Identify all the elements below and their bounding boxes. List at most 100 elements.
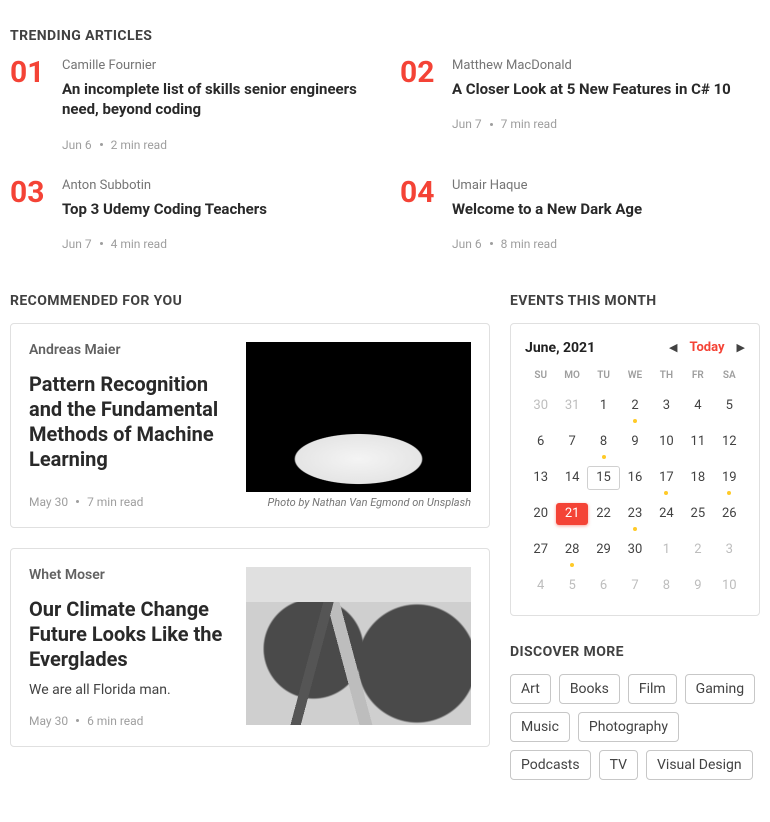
calendar-day-cell[interactable]: 23 (619, 503, 650, 525)
calendar-day-cell[interactable]: 22 (588, 503, 619, 525)
calendar-day-cell[interactable]: 5 (556, 575, 587, 597)
recommended-card[interactable]: Andreas Maier Pattern Recognition and th… (10, 323, 490, 528)
section-title-trending: TRENDING ARTICLES (10, 28, 760, 44)
calendar-day-cell[interactable]: 7 (556, 431, 587, 453)
section-title-events: EVENTS THIS MONTH (510, 293, 760, 309)
article-title-link[interactable]: Top 3 Udemy Coding Teachers (62, 199, 362, 219)
discover-tag[interactable]: Music (510, 712, 570, 742)
prev-month-button[interactable]: ◀ (669, 341, 677, 354)
article-title-link[interactable]: An incomplete list of skills senior engi… (62, 79, 362, 120)
separator-dot (76, 719, 79, 722)
author-link[interactable]: Anton Subbotin (62, 178, 370, 193)
calendar-day-cell[interactable]: 9 (682, 575, 713, 597)
section-title-recommended: RECOMMENDED FOR YOU (10, 293, 490, 309)
separator-dot (490, 242, 493, 245)
calendar-day-cell[interactable]: 6 (525, 431, 556, 453)
calendar-dow-label: SA (714, 370, 745, 381)
date-label: Jun 7 (62, 237, 92, 251)
read-time-label: 7 min read (501, 117, 557, 131)
trending-item: 04 Umair Haque Welcome to a New Dark Age… (400, 178, 760, 251)
article-image[interactable] (246, 342, 471, 492)
calendar-day-cell[interactable]: 4 (682, 395, 713, 417)
date-label: May 30 (29, 495, 68, 509)
calendar-day-cell[interactable]: 21 (556, 503, 587, 525)
discover-tag[interactable]: Art (510, 674, 551, 704)
calendar-widget: June, 2021 ◀ Today ▶ SUMOTUWETHFRSA30311… (510, 323, 760, 616)
date-label: May 30 (29, 714, 68, 728)
article-title-link[interactable]: A Closer Look at 5 New Features in C# 10 (452, 79, 752, 99)
read-time-label: 6 min read (87, 714, 143, 728)
calendar-day-cell[interactable]: 16 (619, 467, 650, 489)
calendar-day-cell[interactable]: 30 (619, 539, 650, 561)
calendar-day-cell[interactable]: 26 (714, 503, 745, 525)
calendar-day-cell[interactable]: 20 (525, 503, 556, 525)
calendar-day-cell[interactable]: 6 (588, 575, 619, 597)
discover-tag[interactable]: Books (559, 674, 620, 704)
author-link[interactable]: Whet Moser (29, 567, 230, 583)
recommended-card[interactable]: Whet Moser Our Climate Change Future Loo… (10, 548, 490, 747)
discover-tag[interactable]: Gaming (685, 674, 755, 704)
article-image[interactable] (246, 567, 471, 725)
calendar-day-cell[interactable]: 13 (525, 467, 556, 489)
calendar-day-cell[interactable]: 3 (651, 395, 682, 417)
trending-list: 01 Camille Fournier An incomplete list o… (10, 58, 760, 251)
separator-dot (100, 143, 103, 146)
article-title-link[interactable]: Our Climate Change Future Looks Like the… (29, 597, 230, 672)
calendar-day-cell[interactable]: 5 (714, 395, 745, 417)
calendar-day-cell[interactable]: 19 (714, 467, 745, 489)
date-label: Jun 6 (452, 237, 482, 251)
author-link[interactable]: Andreas Maier (29, 342, 230, 358)
calendar-day-cell[interactable]: 7 (619, 575, 650, 597)
calendar-day-cell[interactable]: 30 (525, 395, 556, 417)
calendar-day-cell[interactable]: 1 (651, 539, 682, 561)
author-link[interactable]: Umair Haque (452, 178, 760, 193)
discover-tag[interactable]: Film (628, 674, 677, 704)
calendar-day-cell[interactable]: 9 (619, 431, 650, 453)
calendar-day-cell[interactable]: 24 (651, 503, 682, 525)
article-subtitle: We are all Florida man. (29, 682, 230, 698)
article-title-link[interactable]: Pattern Recognition and the Fundamental … (29, 372, 230, 472)
image-credit: Photo by Nathan Van Egmond on Unsplash (246, 496, 471, 509)
calendar-day-cell[interactable]: 29 (588, 539, 619, 561)
calendar-day-cell[interactable]: 2 (619, 395, 650, 417)
section-title-discover: DISCOVER MORE (510, 644, 760, 660)
calendar-dow-label: WE (619, 370, 650, 381)
calendar-day-cell[interactable]: 31 (556, 395, 587, 417)
rank-label: 04 (400, 178, 442, 208)
rank-label: 03 (10, 178, 52, 208)
calendar-day-cell[interactable]: 8 (588, 431, 619, 453)
calendar-day-cell[interactable]: 1 (588, 395, 619, 417)
calendar-day-cell[interactable]: 18 (682, 467, 713, 489)
today-button[interactable]: Today (690, 340, 725, 355)
trending-item: 01 Camille Fournier An incomplete list o… (10, 58, 370, 152)
discover-tag[interactable]: Photography (578, 712, 679, 742)
next-month-button[interactable]: ▶ (737, 341, 745, 354)
calendar-day-cell[interactable]: 14 (556, 467, 587, 489)
calendar-day-cell[interactable]: 28 (556, 539, 587, 561)
rank-label: 01 (10, 58, 52, 88)
calendar-day-cell[interactable]: 10 (714, 575, 745, 597)
read-time-label: 7 min read (87, 495, 143, 509)
calendar-day-cell[interactable]: 2 (682, 539, 713, 561)
author-link[interactable]: Matthew MacDonald (452, 58, 760, 73)
calendar-day-cell[interactable]: 4 (525, 575, 556, 597)
calendar-day-cell[interactable]: 27 (525, 539, 556, 561)
date-label: Jun 6 (62, 138, 92, 152)
discover-tag[interactable]: Podcasts (510, 750, 591, 780)
author-link[interactable]: Camille Fournier (62, 58, 370, 73)
calendar-day-cell[interactable]: 12 (714, 431, 745, 453)
discover-tag[interactable]: Visual Design (646, 750, 753, 780)
calendar-month-label: June, 2021 (525, 340, 595, 356)
read-time-label: 8 min read (501, 237, 557, 251)
calendar-day-cell[interactable]: 15 (588, 467, 619, 489)
calendar-day-cell[interactable]: 17 (651, 467, 682, 489)
separator-dot (490, 123, 493, 126)
calendar-day-cell[interactable]: 10 (651, 431, 682, 453)
calendar-day-cell[interactable]: 8 (651, 575, 682, 597)
calendar-day-cell[interactable]: 25 (682, 503, 713, 525)
discover-tag[interactable]: TV (599, 750, 638, 780)
calendar-day-cell[interactable]: 3 (714, 539, 745, 561)
article-title-link[interactable]: Welcome to a New Dark Age (452, 199, 752, 219)
read-time-label: 4 min read (111, 237, 167, 251)
calendar-day-cell[interactable]: 11 (682, 431, 713, 453)
